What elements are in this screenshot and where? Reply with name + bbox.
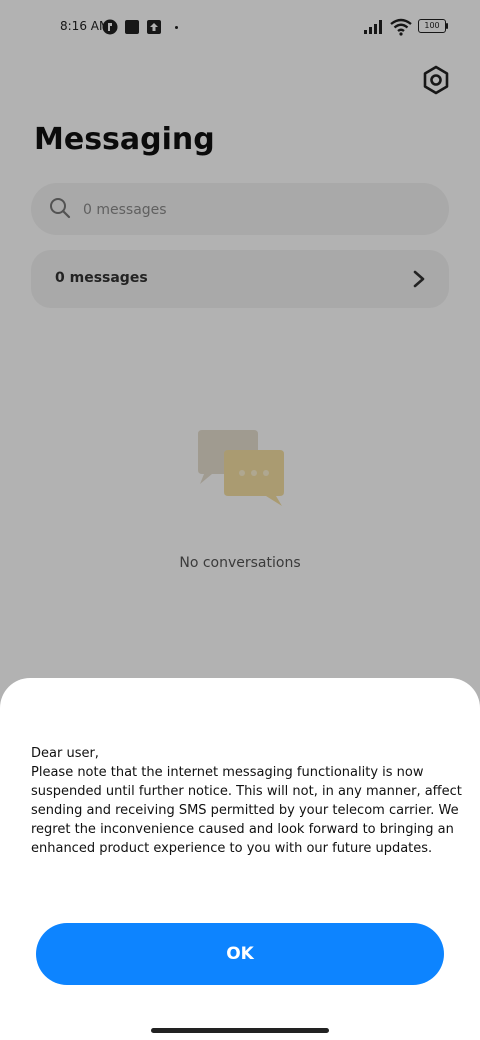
notice-text: Dear user, Please note that the internet… <box>31 744 463 858</box>
home-indicator[interactable] <box>151 1028 329 1033</box>
notice-body: Please note that the internet messaging … <box>31 765 462 856</box>
ok-button[interactable]: OK <box>36 923 444 985</box>
notice-bottom-sheet: Dear user, Please note that the internet… <box>0 678 480 1040</box>
notice-greeting: Dear user, <box>31 746 99 761</box>
